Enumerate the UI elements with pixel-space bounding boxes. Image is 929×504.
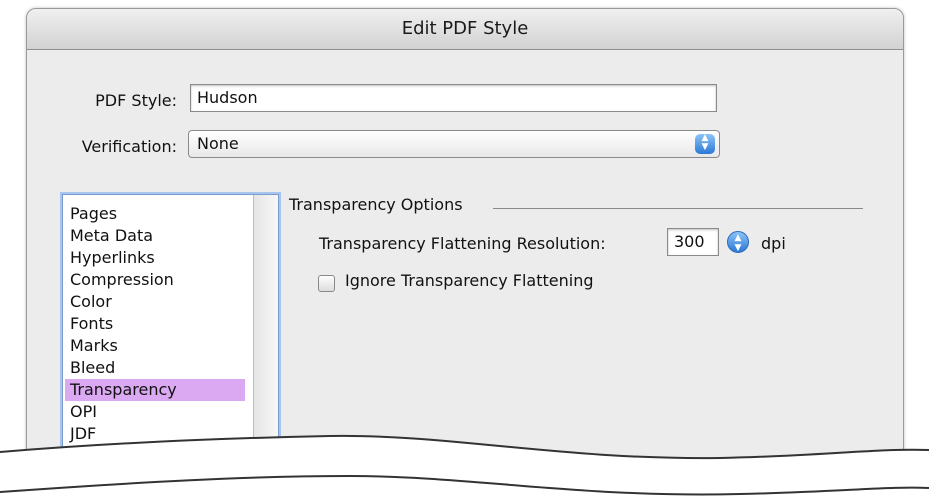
- group-title: Transparency Options: [289, 195, 463, 214]
- verification-value: None: [197, 134, 239, 153]
- sidebar-item-pages[interactable]: Pages: [65, 203, 245, 225]
- flattening-resolution-label: Transparency Flattening Resolution:: [319, 234, 606, 253]
- popup-arrows-icon: ▲ ▼: [695, 134, 715, 154]
- resolution-stepper-icon[interactable]: ▲ ▼: [727, 231, 749, 253]
- ignore-flattening-label: Ignore Transparency Flattening: [345, 271, 594, 290]
- sidebar-item-transparency[interactable]: Transparency: [65, 379, 245, 401]
- sidebar-item-bleed[interactable]: Bleed: [65, 357, 245, 379]
- dpi-unit-label: dpi: [761, 234, 786, 253]
- pdf-style-input[interactable]: Hudson: [190, 84, 717, 112]
- flattening-resolution-input[interactable]: 300: [667, 228, 719, 256]
- sidebar-item-meta-data[interactable]: Meta Data: [65, 225, 245, 247]
- sidebar-item-color[interactable]: Color: [65, 291, 245, 313]
- edit-pdf-style-dialog: Edit PDF Style PDF Style: Hudson Verific…: [26, 8, 904, 490]
- dialog-title: Edit PDF Style: [27, 9, 903, 50]
- sidebar-item-fonts[interactable]: Fonts: [65, 313, 245, 335]
- verification-select[interactable]: None ▲ ▼: [188, 130, 720, 158]
- sidebar-item-hyperlinks[interactable]: Hyperlinks: [65, 247, 245, 269]
- verification-label: Verification:: [81, 137, 177, 156]
- torn-edge-decoration: [0, 434, 929, 504]
- group-divider: [493, 208, 863, 209]
- pdf-style-label: PDF Style:: [95, 91, 177, 110]
- sidebar-item-marks[interactable]: Marks: [65, 335, 245, 357]
- sidebar-item-compression[interactable]: Compression: [65, 269, 245, 291]
- ignore-flattening-checkbox[interactable]: [318, 275, 335, 292]
